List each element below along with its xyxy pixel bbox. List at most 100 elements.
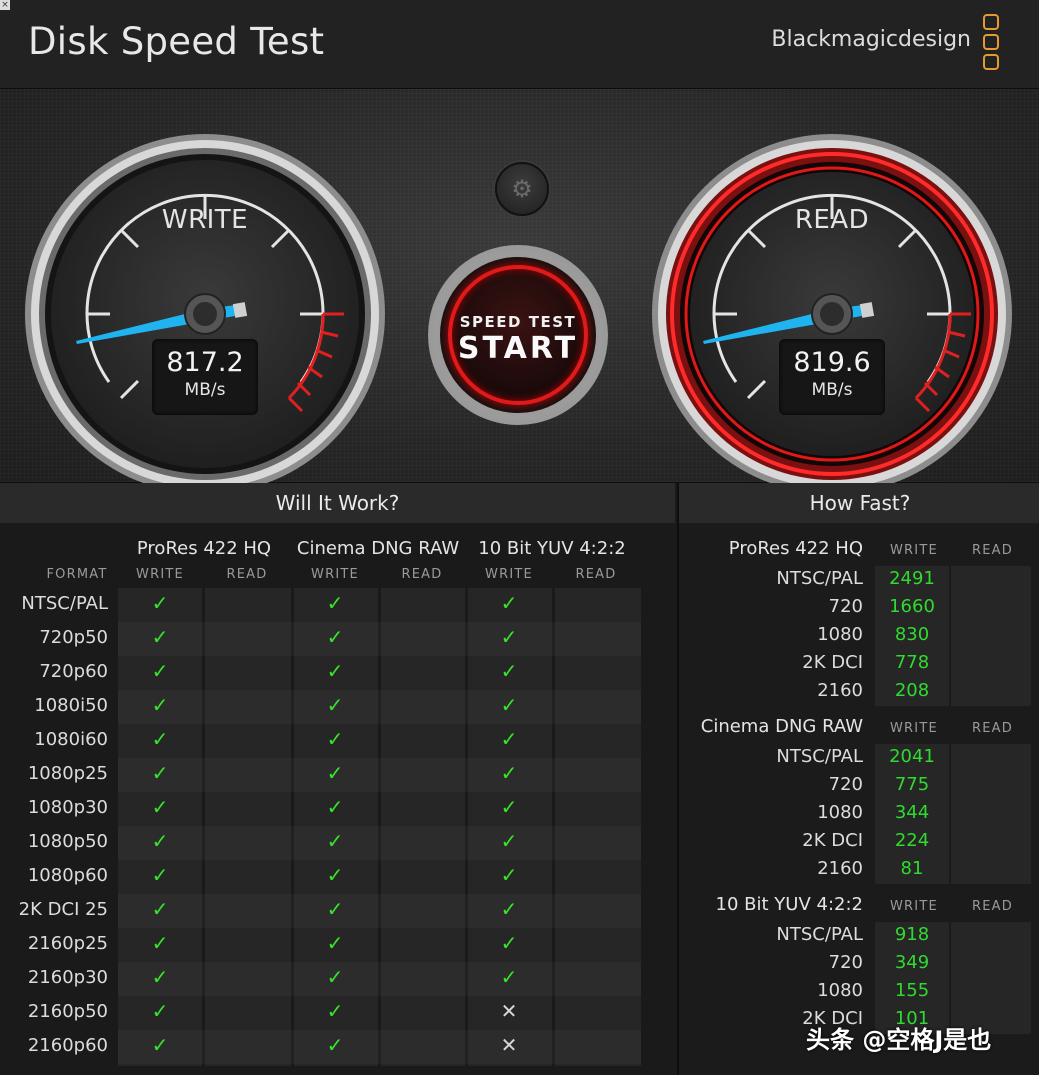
table-row-stripe — [118, 622, 641, 656]
checkmark-icon: ✓ — [151, 829, 169, 853]
read-speed-readout: 819.6 MB/s — [779, 339, 885, 415]
checkmark-icon: ✓ — [500, 897, 518, 921]
table-row-stripe — [118, 962, 641, 996]
checkmark-icon: ✓ — [500, 659, 518, 683]
write-gauge-dial — [25, 134, 385, 494]
checkmark-icon: ✓ — [326, 591, 344, 615]
how-fast-read-header: READ — [972, 721, 1013, 736]
checkmark-icon: ✓ — [326, 965, 344, 989]
how-fast-row-label: 1080 — [817, 802, 863, 823]
how-fast-write-value: 1660 — [889, 596, 935, 617]
how-fast-write-value: 918 — [894, 924, 930, 945]
brand-logo-icon — [983, 14, 1001, 72]
how-fast-row-label: NTSC/PAL — [776, 746, 863, 767]
checkmark-icon: ✓ — [151, 897, 169, 921]
gauge-panel: WRITE 817.2 MB/s ⚙ SPEED TEST START READ… — [0, 89, 1039, 494]
format-label: 2160p60 — [27, 1035, 108, 1056]
checkmark-icon: ✓ — [500, 693, 518, 717]
format-label: 720p60 — [39, 661, 108, 682]
checkmark-icon: ✓ — [500, 931, 518, 955]
checkmark-icon: ✓ — [326, 897, 344, 921]
checkmark-icon: ✓ — [326, 659, 344, 683]
checkmark-icon: ✓ — [326, 625, 344, 649]
how-fast-row-label: 720 — [828, 952, 863, 973]
how-fast-read-header: READ — [972, 543, 1013, 558]
settings-gear-button[interactable]: ⚙ — [495, 162, 549, 216]
checkmark-icon: ✓ — [151, 795, 169, 819]
format-column-header: FORMAT — [46, 567, 108, 582]
how-fast-row-label: 2K DCI — [802, 830, 863, 851]
cross-icon: ✕ — [500, 1033, 518, 1057]
checkmark-icon: ✓ — [151, 999, 169, 1023]
prores-read-header: READ — [226, 567, 268, 582]
how-fast-write-value: 830 — [894, 624, 930, 645]
read-speed-unit: MB/s — [811, 380, 853, 400]
how-fast-codec-title: ProRes 422 HQ — [728, 538, 863, 559]
checkmark-icon: ✓ — [500, 625, 518, 649]
gear-icon: ⚙ — [511, 175, 533, 203]
table-row-stripe — [118, 690, 641, 724]
start-button[interactable]: SPEED TEST START — [428, 245, 608, 425]
codec-header-prores: ProRes 422 HQ — [136, 538, 272, 559]
how-fast-read-column — [951, 566, 1031, 706]
how-fast-row-label: NTSC/PAL — [776, 924, 863, 945]
how-fast-write-value: 349 — [894, 952, 930, 973]
checkmark-icon: ✓ — [151, 1033, 169, 1057]
write-gauge: WRITE 817.2 MB/s — [22, 131, 388, 497]
how-fast-row-label: 720 — [828, 596, 863, 617]
close-icon[interactable]: × — [0, 0, 10, 10]
format-label: 1080p30 — [27, 797, 108, 818]
read-gauge-label: READ — [794, 205, 870, 235]
checkmark-icon: ✓ — [151, 863, 169, 887]
brand-name: Blackmagicdesign — [771, 27, 971, 52]
write-gauge-label: WRITE — [161, 205, 249, 235]
how-fast-read-header: READ — [972, 899, 1013, 914]
prores-write-header: WRITE — [136, 567, 184, 582]
read-speed-value: 819.6 — [793, 347, 871, 378]
how-fast-read-column — [951, 744, 1031, 884]
format-label: 720p50 — [39, 627, 108, 648]
how-fast-row-label: 2160 — [817, 680, 863, 701]
format-label: 1080i50 — [34, 695, 108, 716]
how-fast-row-label: 2K DCI — [802, 652, 863, 673]
read-gauge-dial — [652, 134, 1012, 494]
table-row-stripe — [118, 894, 641, 928]
how-fast-codec-title: 10 Bit YUV 4:2:2 — [715, 894, 863, 915]
will-it-work-panel: Will It Work? ProRes 422 HQ Cinema DNG R… — [0, 483, 675, 1075]
checkmark-icon: ✓ — [326, 829, 344, 853]
format-label: 2K DCI 25 — [18, 899, 108, 920]
checkmark-icon: ✓ — [326, 999, 344, 1023]
checkmark-icon: ✓ — [500, 591, 518, 615]
checkmark-icon: ✓ — [326, 693, 344, 717]
checkmark-icon: ✓ — [500, 965, 518, 989]
how-fast-write-header: WRITE — [890, 899, 938, 914]
checkmark-icon: ✓ — [326, 727, 344, 751]
how-fast-row-label: 2160 — [817, 858, 863, 879]
checkmark-icon: ✓ — [326, 795, 344, 819]
checkmark-icon: ✓ — [151, 761, 169, 785]
read-gauge: READ 819.6 MB/s — [649, 131, 1015, 497]
format-label: 1080p25 — [27, 763, 108, 784]
checkmark-icon: ✓ — [500, 829, 518, 853]
start-button-caption: SPEED TEST — [459, 313, 577, 331]
checkmark-icon: ✓ — [151, 965, 169, 989]
write-speed-value: 817.2 — [166, 347, 244, 378]
how-fast-panel: How Fast? ProRes 422 HQ WRITE READ NTSC/PAL… — [677, 483, 1039, 1075]
format-label: NTSC/PAL — [21, 593, 108, 614]
dng-write-header: WRITE — [311, 567, 359, 582]
format-label: 2160p25 — [27, 933, 108, 954]
how-fast-write-value: 775 — [894, 774, 930, 795]
table-row-stripe — [118, 758, 641, 792]
start-button-label: START — [457, 331, 579, 366]
how-fast-row-label: 720 — [828, 774, 863, 795]
format-label: 1080i60 — [34, 729, 108, 750]
how-fast-write-header: WRITE — [890, 721, 938, 736]
how-fast-write-value: 2491 — [889, 568, 935, 589]
checkmark-icon: ✓ — [151, 693, 169, 717]
how-fast-row-label: 1080 — [817, 980, 863, 1001]
cross-icon: ✕ — [500, 999, 518, 1023]
dng-read-header: READ — [401, 567, 443, 582]
watermark: 头条 @空格J是也 — [806, 1026, 992, 1054]
yuv-write-header: WRITE — [485, 567, 533, 582]
how-fast-write-value: 778 — [894, 652, 930, 673]
